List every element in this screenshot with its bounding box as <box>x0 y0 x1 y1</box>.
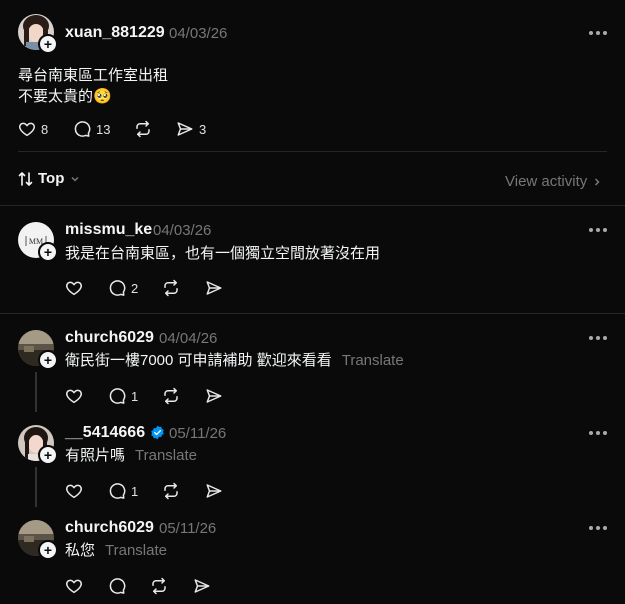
thread-line <box>35 467 37 507</box>
heart-icon <box>19 122 35 137</box>
reply-username[interactable]: missmu_ke <box>65 221 152 239</box>
post-username[interactable]: xuan_881229 <box>65 24 165 42</box>
share-button[interactable]: 3 <box>176 120 206 138</box>
post-date: 04/03/26 <box>169 25 228 42</box>
share-button[interactable] <box>205 387 223 405</box>
like-button[interactable] <box>65 387 83 405</box>
post-text-line-2: 不要太貴的🥺 <box>18 88 112 105</box>
sort-dropdown[interactable]: Top <box>18 170 81 187</box>
heart-icon <box>66 484 82 499</box>
like-button[interactable] <box>65 482 83 500</box>
more-icon[interactable] <box>589 228 607 232</box>
translate-link[interactable]: Translate <box>105 542 167 559</box>
follow-plus-icon[interactable]: + <box>38 350 58 370</box>
heart-icon <box>66 389 82 404</box>
share-button[interactable] <box>205 482 223 500</box>
chevron-right-icon <box>595 177 600 186</box>
comment-count: 13 <box>96 121 111 137</box>
share-icon <box>206 389 222 403</box>
comment-button[interactable] <box>108 577 126 595</box>
reply-date: 05/11/26 <box>169 425 227 442</box>
sort-icon <box>18 171 33 186</box>
reply-text-content: 私您 <box>65 542 96 559</box>
comment-icon <box>109 483 126 499</box>
reply-username[interactable]: __5414666 <box>65 424 145 442</box>
thread-line <box>35 372 37 412</box>
translate-link[interactable]: Translate <box>135 447 197 464</box>
more-icon[interactable] <box>589 31 607 35</box>
view-activity-label: View activity <box>505 173 588 190</box>
comment-button[interactable]: 2 <box>108 279 138 297</box>
more-icon[interactable] <box>589 526 607 530</box>
reply-date: 04/04/26 <box>159 330 218 347</box>
like-button[interactable] <box>65 577 83 595</box>
share-button[interactable] <box>205 279 223 297</box>
repost-button[interactable] <box>162 482 180 500</box>
follow-plus-icon[interactable]: + <box>38 34 58 54</box>
reply-text: 衛民街一樓7000 可申請補助 歡迎來看看 Translate <box>65 350 404 371</box>
reply-text-content: 衛民街一樓7000 可申請補助 歡迎來看看 <box>65 352 332 369</box>
more-icon[interactable] <box>589 431 607 435</box>
repost-icon <box>152 577 166 595</box>
share-button[interactable] <box>193 577 211 595</box>
repost-icon <box>164 482 178 500</box>
verified-badge-icon <box>151 425 164 440</box>
reply-text: 私您 Translate <box>65 540 167 561</box>
chevron-down-icon <box>71 176 79 182</box>
repost-icon <box>136 120 150 138</box>
comment-count: 2 <box>131 280 139 296</box>
sort-label: Top <box>38 170 65 187</box>
comment-icon <box>109 280 126 296</box>
reply-date: 04/03/26 <box>153 222 212 239</box>
reply-text: 有照片嗎 Translate <box>65 445 197 466</box>
share-icon <box>177 122 193 136</box>
comment-icon <box>109 578 126 594</box>
repost-button[interactable] <box>150 577 168 595</box>
comment-button[interactable]: 1 <box>108 482 138 500</box>
repost-button[interactable] <box>162 279 180 297</box>
like-button[interactable] <box>65 279 83 297</box>
share-icon <box>206 281 222 295</box>
reply-username[interactable]: church6029 <box>65 329 154 347</box>
view-activity-link[interactable]: View activity <box>505 173 603 190</box>
repost-icon <box>164 387 178 405</box>
share-icon <box>194 579 210 593</box>
post-text-line-1: 尋台南東區工作室出租 <box>18 67 169 84</box>
comment-button[interactable]: 13 <box>73 120 110 138</box>
follow-plus-icon[interactable]: + <box>38 540 58 560</box>
comment-count: 1 <box>131 388 139 404</box>
share-count: 3 <box>199 121 207 137</box>
heart-icon <box>66 281 82 296</box>
reply-text-content: 有照片嗎 <box>65 447 126 464</box>
heart-icon <box>66 579 82 594</box>
comment-icon <box>74 121 91 137</box>
like-count: 8 <box>41 121 49 137</box>
comment-button[interactable]: 1 <box>108 387 138 405</box>
comment-count: 1 <box>131 483 139 499</box>
repost-icon <box>164 279 178 297</box>
translate-link[interactable]: Translate <box>342 352 404 369</box>
divider <box>18 151 607 152</box>
reply-text: 我是在台南東區，也有一個獨立空間放著沒在用 <box>65 243 380 264</box>
more-icon[interactable] <box>589 336 607 340</box>
divider <box>0 205 625 206</box>
reply-date: 05/11/26 <box>159 520 217 537</box>
follow-plus-icon[interactable]: + <box>38 445 58 465</box>
follow-plus-icon[interactable]: + <box>38 242 58 262</box>
like-button[interactable]: 8 <box>18 120 48 138</box>
reply-text-content: 我是在台南東區，也有一個獨立空間放著沒在用 <box>65 245 381 262</box>
repost-button[interactable] <box>162 387 180 405</box>
divider <box>0 313 625 314</box>
comment-icon <box>109 388 126 404</box>
reply-username[interactable]: church6029 <box>65 519 154 537</box>
share-icon <box>206 484 222 498</box>
repost-button[interactable] <box>134 120 152 138</box>
